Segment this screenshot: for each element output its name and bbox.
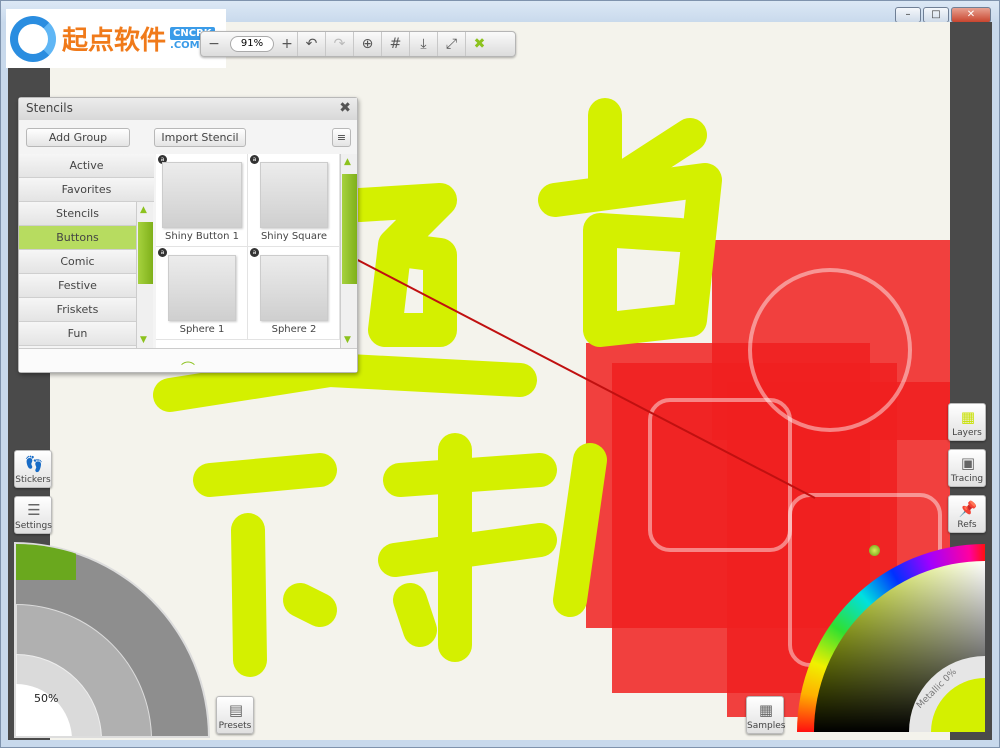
undo-icon[interactable]: ↶: [297, 32, 325, 56]
sliders-icon: ☰: [23, 501, 45, 519]
top-toolbar: − 91% + ↶ ↷ ⊕ # ⤓ ⤢ ✖: [200, 31, 516, 57]
selected-tool-highlight: [16, 544, 76, 580]
logo-text: 起点软件: [62, 20, 166, 57]
stencil-item[interactable]: aShiny Button 1: [156, 154, 248, 247]
tool-size-label: 50%: [34, 692, 58, 705]
stencil-item[interactable]: aSphere 2: [248, 247, 340, 340]
stencil-item[interactable]: aShiny Square: [248, 154, 340, 247]
refs-button[interactable]: 📌Refs: [948, 495, 986, 533]
tracing-button[interactable]: ▣Tracing: [948, 449, 986, 487]
lock-icon: a: [250, 155, 259, 164]
zoom-out-button[interactable]: −: [201, 32, 227, 56]
category-fun[interactable]: Fun: [19, 322, 136, 346]
fullscreen-icon[interactable]: ⤢: [437, 32, 465, 56]
tracing-icon: ▣: [957, 454, 979, 472]
stencil-grid: aShiny Button 1 aShiny Square aSphere 1 …: [156, 154, 340, 348]
category-comic[interactable]: Comic: [19, 250, 136, 274]
close-icon[interactable]: ✖: [339, 100, 351, 116]
import-stencil-button[interactable]: Import Stencil: [154, 128, 246, 147]
panel-header: Stencils ✖: [19, 98, 357, 120]
layers-icon: ▦: [957, 408, 979, 426]
category-scrollbar[interactable]: ▲▼: [136, 202, 153, 348]
rotate-reset-icon[interactable]: ⊕: [353, 32, 381, 56]
category-list: Active Favorites Stencils Buttons Comic …: [19, 154, 154, 346]
panel-grip-icon[interactable]: ︵: [19, 348, 357, 372]
presets-button[interactable]: ▤Presets: [216, 696, 254, 734]
settings-button[interactable]: ☰Settings: [14, 496, 52, 534]
menu-icon[interactable]: ≡: [332, 128, 351, 147]
lock-icon: a: [158, 248, 167, 257]
redo-icon[interactable]: ↷: [325, 32, 353, 56]
close-toolbar-icon[interactable]: ✖: [465, 32, 493, 56]
category-friskets[interactable]: Friskets: [19, 298, 136, 322]
samples-button[interactable]: ▦Samples: [746, 696, 784, 734]
category-active[interactable]: Active: [19, 154, 154, 178]
swatches-icon: ▦: [755, 701, 777, 719]
category-favorites[interactable]: Favorites: [19, 178, 154, 202]
stencils-panel: Stencils ✖ Add Group Import Stencil ≡ Act…: [18, 97, 358, 373]
stickers-button[interactable]: 👣Stickers: [14, 450, 52, 488]
stencil-item[interactable]: aSphere 1: [156, 247, 248, 340]
add-group-button[interactable]: Add Group: [26, 128, 130, 147]
layers-button[interactable]: ▦Layers: [948, 403, 986, 441]
lock-icon: a: [250, 248, 259, 257]
zoom-in-button[interactable]: +: [277, 32, 297, 56]
category-buttons[interactable]: Buttons: [19, 226, 136, 250]
download-icon[interactable]: ⤓: [409, 32, 437, 56]
presets-icon: ▤: [225, 701, 247, 719]
footprint-icon: 👣: [23, 455, 45, 473]
watermark-logo: 起点软件 CNCRK.COM: [6, 9, 226, 68]
grid-icon[interactable]: #: [381, 32, 409, 56]
color-pin-handle[interactable]: [869, 545, 880, 556]
category-festive[interactable]: Festive: [19, 274, 136, 298]
stencil-scrollbar[interactable]: ▲▼: [340, 154, 357, 348]
panel-title: Stencils: [26, 101, 73, 115]
logo-icon: [10, 16, 56, 62]
zoom-level-field[interactable]: 91%: [230, 36, 274, 52]
pin-note-icon: 📌: [957, 500, 979, 518]
category-stencils[interactable]: Stencils: [19, 202, 136, 226]
